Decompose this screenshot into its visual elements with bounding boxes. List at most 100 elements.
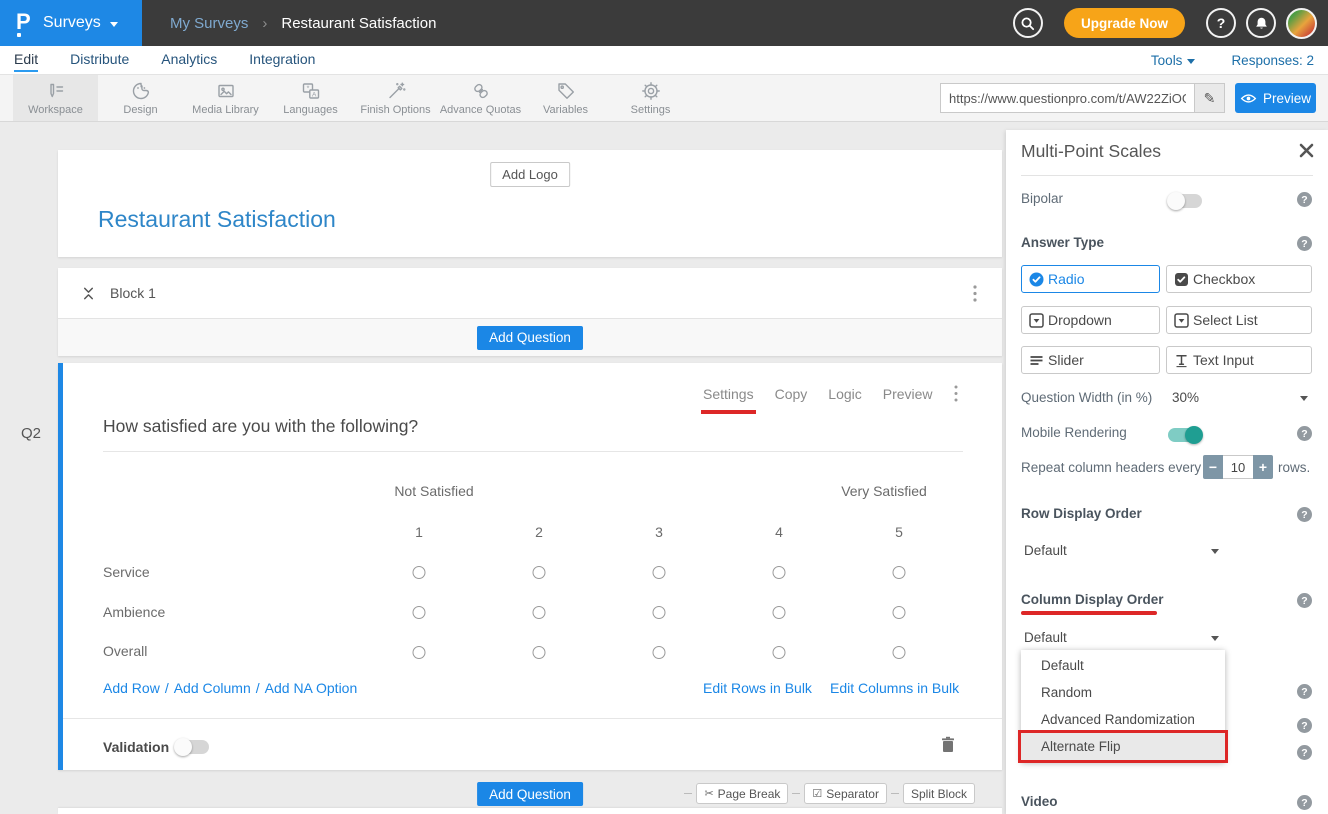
tab-distribute[interactable]: Distribute bbox=[70, 51, 129, 70]
row-display-order-help-icon[interactable]: ? bbox=[1297, 507, 1312, 522]
dropdown-option-advanced-randomization[interactable]: Advanced Randomization bbox=[1021, 706, 1225, 733]
responses-count[interactable]: Responses: 2 bbox=[1231, 53, 1314, 68]
radio-service-5[interactable] bbox=[893, 566, 906, 579]
radio-overall-2[interactable] bbox=[533, 646, 546, 659]
radio-service-1[interactable] bbox=[413, 566, 426, 579]
row-display-order-caret-icon[interactable] bbox=[1211, 549, 1219, 554]
question-title[interactable]: How satisfied are you with the following… bbox=[103, 416, 418, 437]
radio-overall-4[interactable] bbox=[773, 646, 786, 659]
hidden-setting-help-icon[interactable]: ? bbox=[1297, 684, 1312, 699]
radio-ambience-4[interactable] bbox=[773, 606, 786, 619]
radio-overall-1[interactable] bbox=[413, 646, 426, 659]
bipolar-help-icon[interactable]: ? bbox=[1297, 192, 1312, 207]
add-row-link[interactable]: Add Row bbox=[103, 680, 160, 696]
column-display-order-help-icon[interactable]: ? bbox=[1297, 593, 1312, 608]
mobile-rendering-toggle[interactable] bbox=[1168, 428, 1202, 442]
close-panel-button[interactable] bbox=[1299, 143, 1314, 158]
question-tab-copy[interactable]: Copy bbox=[775, 386, 808, 402]
add-question-button-bottom[interactable]: Add Question bbox=[477, 782, 583, 806]
link-separator: / bbox=[256, 680, 260, 696]
question-width-value[interactable]: 30% bbox=[1172, 390, 1199, 405]
tab-edit[interactable]: Edit bbox=[14, 51, 38, 70]
repeat-headers-stepper: − + bbox=[1203, 455, 1273, 479]
collapse-block-icon[interactable] bbox=[81, 286, 96, 301]
radio-ambience-3[interactable] bbox=[653, 606, 666, 619]
toolbar-item-design[interactable]: Design bbox=[98, 75, 183, 121]
edit-columns-in-bulk-link[interactable]: Edit Columns in Bulk bbox=[830, 680, 959, 696]
question-width-caret-icon[interactable] bbox=[1300, 396, 1308, 401]
chevron-down-icon bbox=[110, 22, 118, 27]
answer-type-help-icon[interactable]: ? bbox=[1297, 236, 1312, 251]
split-block-button[interactable]: Split Block bbox=[903, 783, 975, 804]
validation-toggle[interactable] bbox=[175, 740, 209, 754]
radio-ambience-5[interactable] bbox=[893, 606, 906, 619]
increase-rows-button[interactable]: + bbox=[1253, 455, 1273, 479]
survey-title[interactable]: Restaurant Satisfaction bbox=[98, 206, 336, 233]
edit-url-button[interactable]: ✎ bbox=[1195, 83, 1225, 113]
separator-button[interactable]: ☑Separator bbox=[804, 783, 887, 804]
upgrade-now-button[interactable]: Upgrade Now bbox=[1064, 8, 1185, 38]
column-display-order-select[interactable]: Default bbox=[1024, 630, 1067, 645]
hidden-setting-help-icon[interactable]: ? bbox=[1297, 718, 1312, 733]
add-question-button-top[interactable]: Add Question bbox=[477, 326, 583, 350]
mobile-rendering-help-icon[interactable]: ? bbox=[1297, 426, 1312, 441]
radio-ambience-1[interactable] bbox=[413, 606, 426, 619]
surveys-app-menu[interactable]: P Surveys bbox=[0, 0, 142, 46]
toolbar-item-settings[interactable]: Settings bbox=[608, 75, 693, 121]
radio-ambience-2[interactable] bbox=[533, 606, 546, 619]
toolbar-item-finish-options[interactable]: Finish Options bbox=[353, 75, 438, 121]
question-menu-kebab-icon[interactable] bbox=[954, 385, 958, 402]
radio-overall-3[interactable] bbox=[653, 646, 666, 659]
workspace-icon bbox=[45, 80, 67, 102]
hidden-setting-help-icon[interactable]: ? bbox=[1297, 745, 1312, 760]
delete-question-button[interactable] bbox=[940, 735, 956, 754]
notifications-button[interactable] bbox=[1246, 8, 1276, 38]
tab-integration[interactable]: Integration bbox=[249, 51, 315, 70]
dropdown-option-alternate-flip[interactable]: Alternate Flip bbox=[1021, 733, 1225, 760]
question-tab-settings[interactable]: Settings bbox=[703, 386, 754, 402]
breadcrumb-current: Restaurant Satisfaction bbox=[281, 15, 436, 32]
answer-type-checkbox[interactable]: Checkbox bbox=[1166, 265, 1312, 293]
radio-overall-5[interactable] bbox=[893, 646, 906, 659]
radio-service-3[interactable] bbox=[653, 566, 666, 579]
page-break-button[interactable]: ✂Page Break bbox=[696, 783, 788, 804]
toolbar-item-media-library[interactable]: Media Library bbox=[183, 75, 268, 121]
rows-count-input[interactable] bbox=[1223, 455, 1253, 479]
add-logo-button[interactable]: Add Logo bbox=[490, 162, 570, 187]
radio-service-4[interactable] bbox=[773, 566, 786, 579]
survey-url-input[interactable] bbox=[940, 83, 1195, 113]
column-display-order-caret-icon[interactable] bbox=[1211, 636, 1219, 641]
tab-analytics[interactable]: Analytics bbox=[161, 51, 217, 70]
video-help-icon[interactable]: ? bbox=[1297, 795, 1312, 810]
add-na-option-link[interactable]: Add NA Option bbox=[265, 680, 358, 696]
bipolar-toggle[interactable] bbox=[1168, 194, 1202, 208]
row-display-order-select[interactable]: Default bbox=[1024, 543, 1067, 558]
toolbar-item-languages[interactable]: *A Languages bbox=[268, 75, 353, 121]
breadcrumb-my-surveys[interactable]: My Surveys bbox=[170, 15, 248, 32]
bell-icon bbox=[1253, 15, 1270, 32]
answer-type-radio[interactable]: Radio bbox=[1021, 265, 1160, 293]
user-avatar[interactable] bbox=[1286, 8, 1317, 39]
preview-button[interactable]: Preview bbox=[1235, 83, 1316, 113]
add-column-link[interactable]: Add Column bbox=[174, 680, 251, 696]
radio-service-2[interactable] bbox=[533, 566, 546, 579]
dropdown-option-random[interactable]: Random bbox=[1021, 679, 1225, 706]
answer-type-dropdown[interactable]: Dropdown bbox=[1021, 306, 1160, 334]
help-button[interactable]: ? bbox=[1206, 8, 1236, 38]
edit-rows-in-bulk-link[interactable]: Edit Rows in Bulk bbox=[703, 680, 812, 696]
question-settings-panel: Multi-Point Scales Bipolar ? Answer Type… bbox=[1006, 130, 1328, 814]
question-tab-logic[interactable]: Logic bbox=[828, 386, 861, 402]
search-button[interactable] bbox=[1013, 8, 1043, 38]
decrease-rows-button[interactable]: − bbox=[1203, 455, 1223, 479]
dropdown-option-default[interactable]: Default bbox=[1021, 652, 1225, 679]
answer-type-slider[interactable]: Slider bbox=[1021, 346, 1160, 374]
toolbar-item-workspace[interactable]: Workspace bbox=[13, 75, 98, 121]
toolbar-item-variables[interactable]: Variables bbox=[523, 75, 608, 121]
answer-type-select-list[interactable]: Select List bbox=[1166, 306, 1312, 334]
checkbox-icon: ☑ bbox=[812, 787, 822, 800]
question-tab-preview[interactable]: Preview bbox=[883, 386, 933, 402]
toolbar-item-advance-quotas[interactable]: Advance Quotas bbox=[438, 75, 523, 121]
tools-menu[interactable]: Tools bbox=[1151, 53, 1196, 68]
answer-type-text-input[interactable]: Text Input bbox=[1166, 346, 1312, 374]
block-menu-kebab-icon[interactable] bbox=[973, 285, 977, 302]
